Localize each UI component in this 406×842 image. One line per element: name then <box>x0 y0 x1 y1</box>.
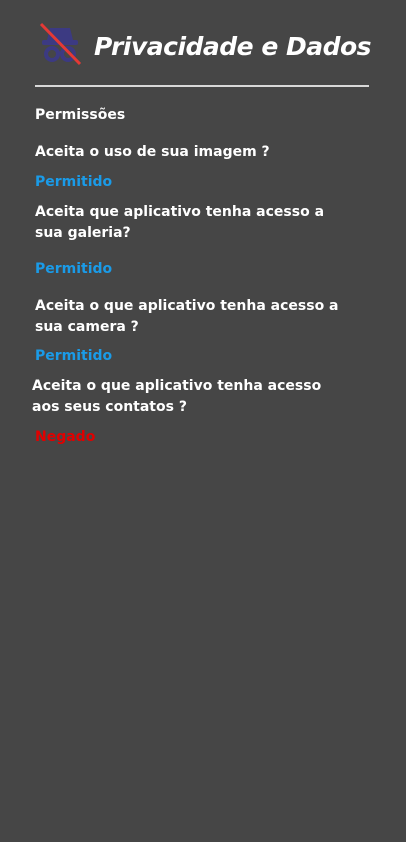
permission-status-gallery[interactable]: Permitido <box>35 261 112 277</box>
permission-status-image[interactable]: Permitido <box>35 174 112 190</box>
incognito-icon <box>38 22 82 66</box>
app-header: Privacidade e Dados <box>34 18 372 80</box>
permission-question-contacts: Aceita o que aplicativo tenha acesso aos… <box>32 378 322 415</box>
header-divider <box>35 85 369 87</box>
permission-question-gallery: Aceita que aplicativo tenha acesso a sua… <box>35 204 325 241</box>
permission-status-contacts[interactable]: Negado <box>35 429 95 445</box>
permission-status-camera[interactable]: Permitido <box>35 348 112 364</box>
permission-question-image: Aceita o uso de sua imagem ? <box>35 144 270 160</box>
section-title-permissions: Permissões <box>35 107 126 123</box>
permission-question-camera: Aceita o que aplicativo tenha acesso a s… <box>35 298 339 335</box>
page-title: Privacidade e Dados <box>94 32 372 61</box>
